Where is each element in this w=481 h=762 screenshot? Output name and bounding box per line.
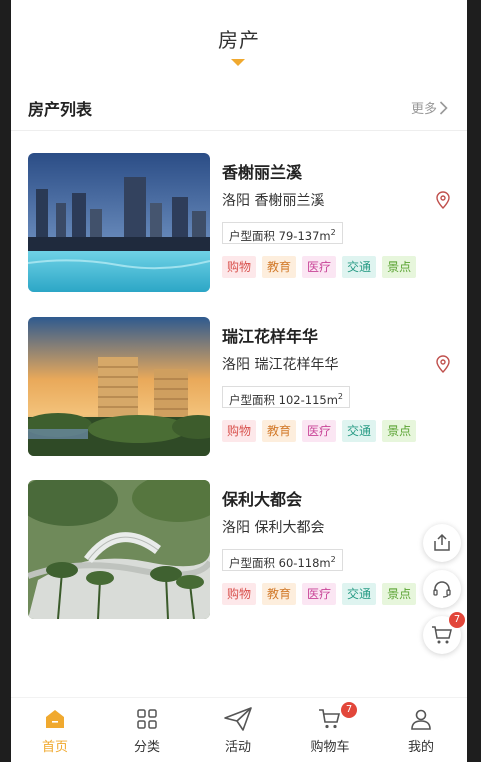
amenity-tags: 购物 教育 医疗 交通 景点 — [222, 583, 417, 605]
property-card[interactable]: 香榭丽兰溪 洛阳 香榭丽兰溪 户型面积 79-137m2 购物 教育 医疗 交通… — [11, 150, 467, 292]
customer-service-button[interactable] — [423, 570, 461, 608]
tab-label: 购物车 — [310, 740, 350, 755]
tag-attractions[interactable]: 景点 — [382, 256, 417, 278]
floor-area-box: 户型面积 60-118m2 — [222, 549, 343, 571]
tag-attractions[interactable]: 景点 — [382, 583, 417, 605]
share-button[interactable] — [423, 524, 461, 562]
tag-transport[interactable]: 交通 — [342, 583, 377, 605]
area-range: 60-118m — [278, 555, 331, 570]
amenity-tags: 购物 教育 医疗 交通 景点 — [222, 420, 417, 442]
app-screen: 房产 房产列表 更多 香榭丽兰溪 洛阳 香榭丽兰溪 户型面积 79-137m2 … — [11, 0, 467, 762]
headset-icon — [433, 581, 451, 598]
location-pin-icon[interactable] — [435, 191, 451, 209]
cart-badge: 7 — [449, 612, 465, 628]
tab-profile[interactable]: 我的 — [391, 706, 451, 755]
more-label: 更多 — [410, 102, 437, 117]
tag-shopping[interactable]: 购物 — [222, 583, 257, 605]
section-header: 房产列表 更多 — [11, 86, 467, 131]
tab-activity[interactable]: 活动 — [208, 706, 268, 755]
property-address: 洛阳 保利大都会 — [222, 520, 325, 536]
property-address: 洛阳 香榭丽兰溪 — [222, 193, 325, 209]
location-pin-icon[interactable] — [435, 355, 451, 373]
area-unit-superscript: 2 — [337, 392, 344, 401]
area-unit-superscript: 2 — [330, 555, 336, 564]
tag-transport[interactable]: 交通 — [342, 256, 377, 278]
floating-cart-button[interactable]: 7 — [423, 612, 465, 654]
property-title: 香榭丽兰溪 — [222, 163, 303, 182]
tag-education[interactable]: 教育 — [262, 583, 297, 605]
property-image — [28, 480, 210, 619]
tab-label: 我的 — [407, 740, 434, 755]
tag-medical[interactable]: 医疗 — [302, 256, 337, 278]
tab-label: 首页 — [41, 740, 68, 755]
tag-shopping[interactable]: 购物 — [222, 256, 257, 278]
paper-plane-icon — [224, 707, 252, 731]
floor-area-box: 户型面积 102-115m2 — [222, 386, 351, 408]
grid-icon — [137, 709, 157, 729]
amenity-tags: 购物 教育 医疗 交通 景点 — [222, 256, 417, 278]
area-label: 户型面积 — [229, 555, 275, 570]
tag-transport[interactable]: 交通 — [342, 420, 377, 442]
property-address: 洛阳 瑞江花样年华 — [222, 357, 339, 373]
tag-medical[interactable]: 医疗 — [302, 583, 337, 605]
chevron-right-icon — [439, 100, 448, 115]
tag-education[interactable]: 教育 — [262, 256, 297, 278]
area-range: 102-115m — [278, 392, 338, 407]
section-title: 房产列表 — [28, 100, 93, 119]
property-card[interactable]: 瑞江花样年华 洛阳 瑞江花样年华 户型面积 102-115m2 购物 教育 医疗… — [11, 314, 467, 456]
page-title: 房产 — [218, 28, 260, 52]
tab-cart[interactable]: 7 购物车 — [300, 702, 360, 755]
tab-cart-badge: 7 — [341, 702, 357, 718]
user-icon — [411, 709, 431, 730]
area-label: 户型面积 — [229, 392, 275, 407]
tag-medical[interactable]: 医疗 — [302, 420, 337, 442]
property-title: 保利大都会 — [222, 490, 303, 509]
tag-education[interactable]: 教育 — [262, 420, 297, 442]
tab-home[interactable]: 首页 — [25, 706, 85, 755]
cart-icon — [319, 709, 341, 729]
tab-label: 分类 — [133, 740, 160, 755]
home-icon — [46, 710, 64, 728]
top-header: 房产 — [11, 0, 467, 78]
more-link[interactable]: 更多 — [411, 98, 448, 117]
floor-area-box: 户型面积 79-137m2 — [222, 222, 343, 244]
property-image — [28, 153, 210, 292]
bottom-tab-bar: 首页 分类 活动 7 购物车 我的 — [11, 697, 467, 762]
area-range: 79-137m — [278, 228, 331, 243]
property-card[interactable]: 保利大都会 洛阳 保利大都会 户型面积 60-118m2 购物 教育 医疗 交通… — [11, 477, 467, 619]
tag-shopping[interactable]: 购物 — [222, 420, 257, 442]
tab-label: 活动 — [224, 740, 251, 755]
title-caret-indicator — [231, 59, 245, 66]
tab-category[interactable]: 分类 — [117, 706, 177, 755]
tag-attractions[interactable]: 景点 — [382, 420, 417, 442]
cart-icon — [432, 626, 452, 644]
share-icon — [434, 533, 450, 551]
property-image — [28, 317, 210, 456]
area-unit-superscript: 2 — [330, 228, 336, 237]
property-title: 瑞江花样年华 — [222, 327, 319, 346]
area-label: 户型面积 — [229, 228, 275, 243]
